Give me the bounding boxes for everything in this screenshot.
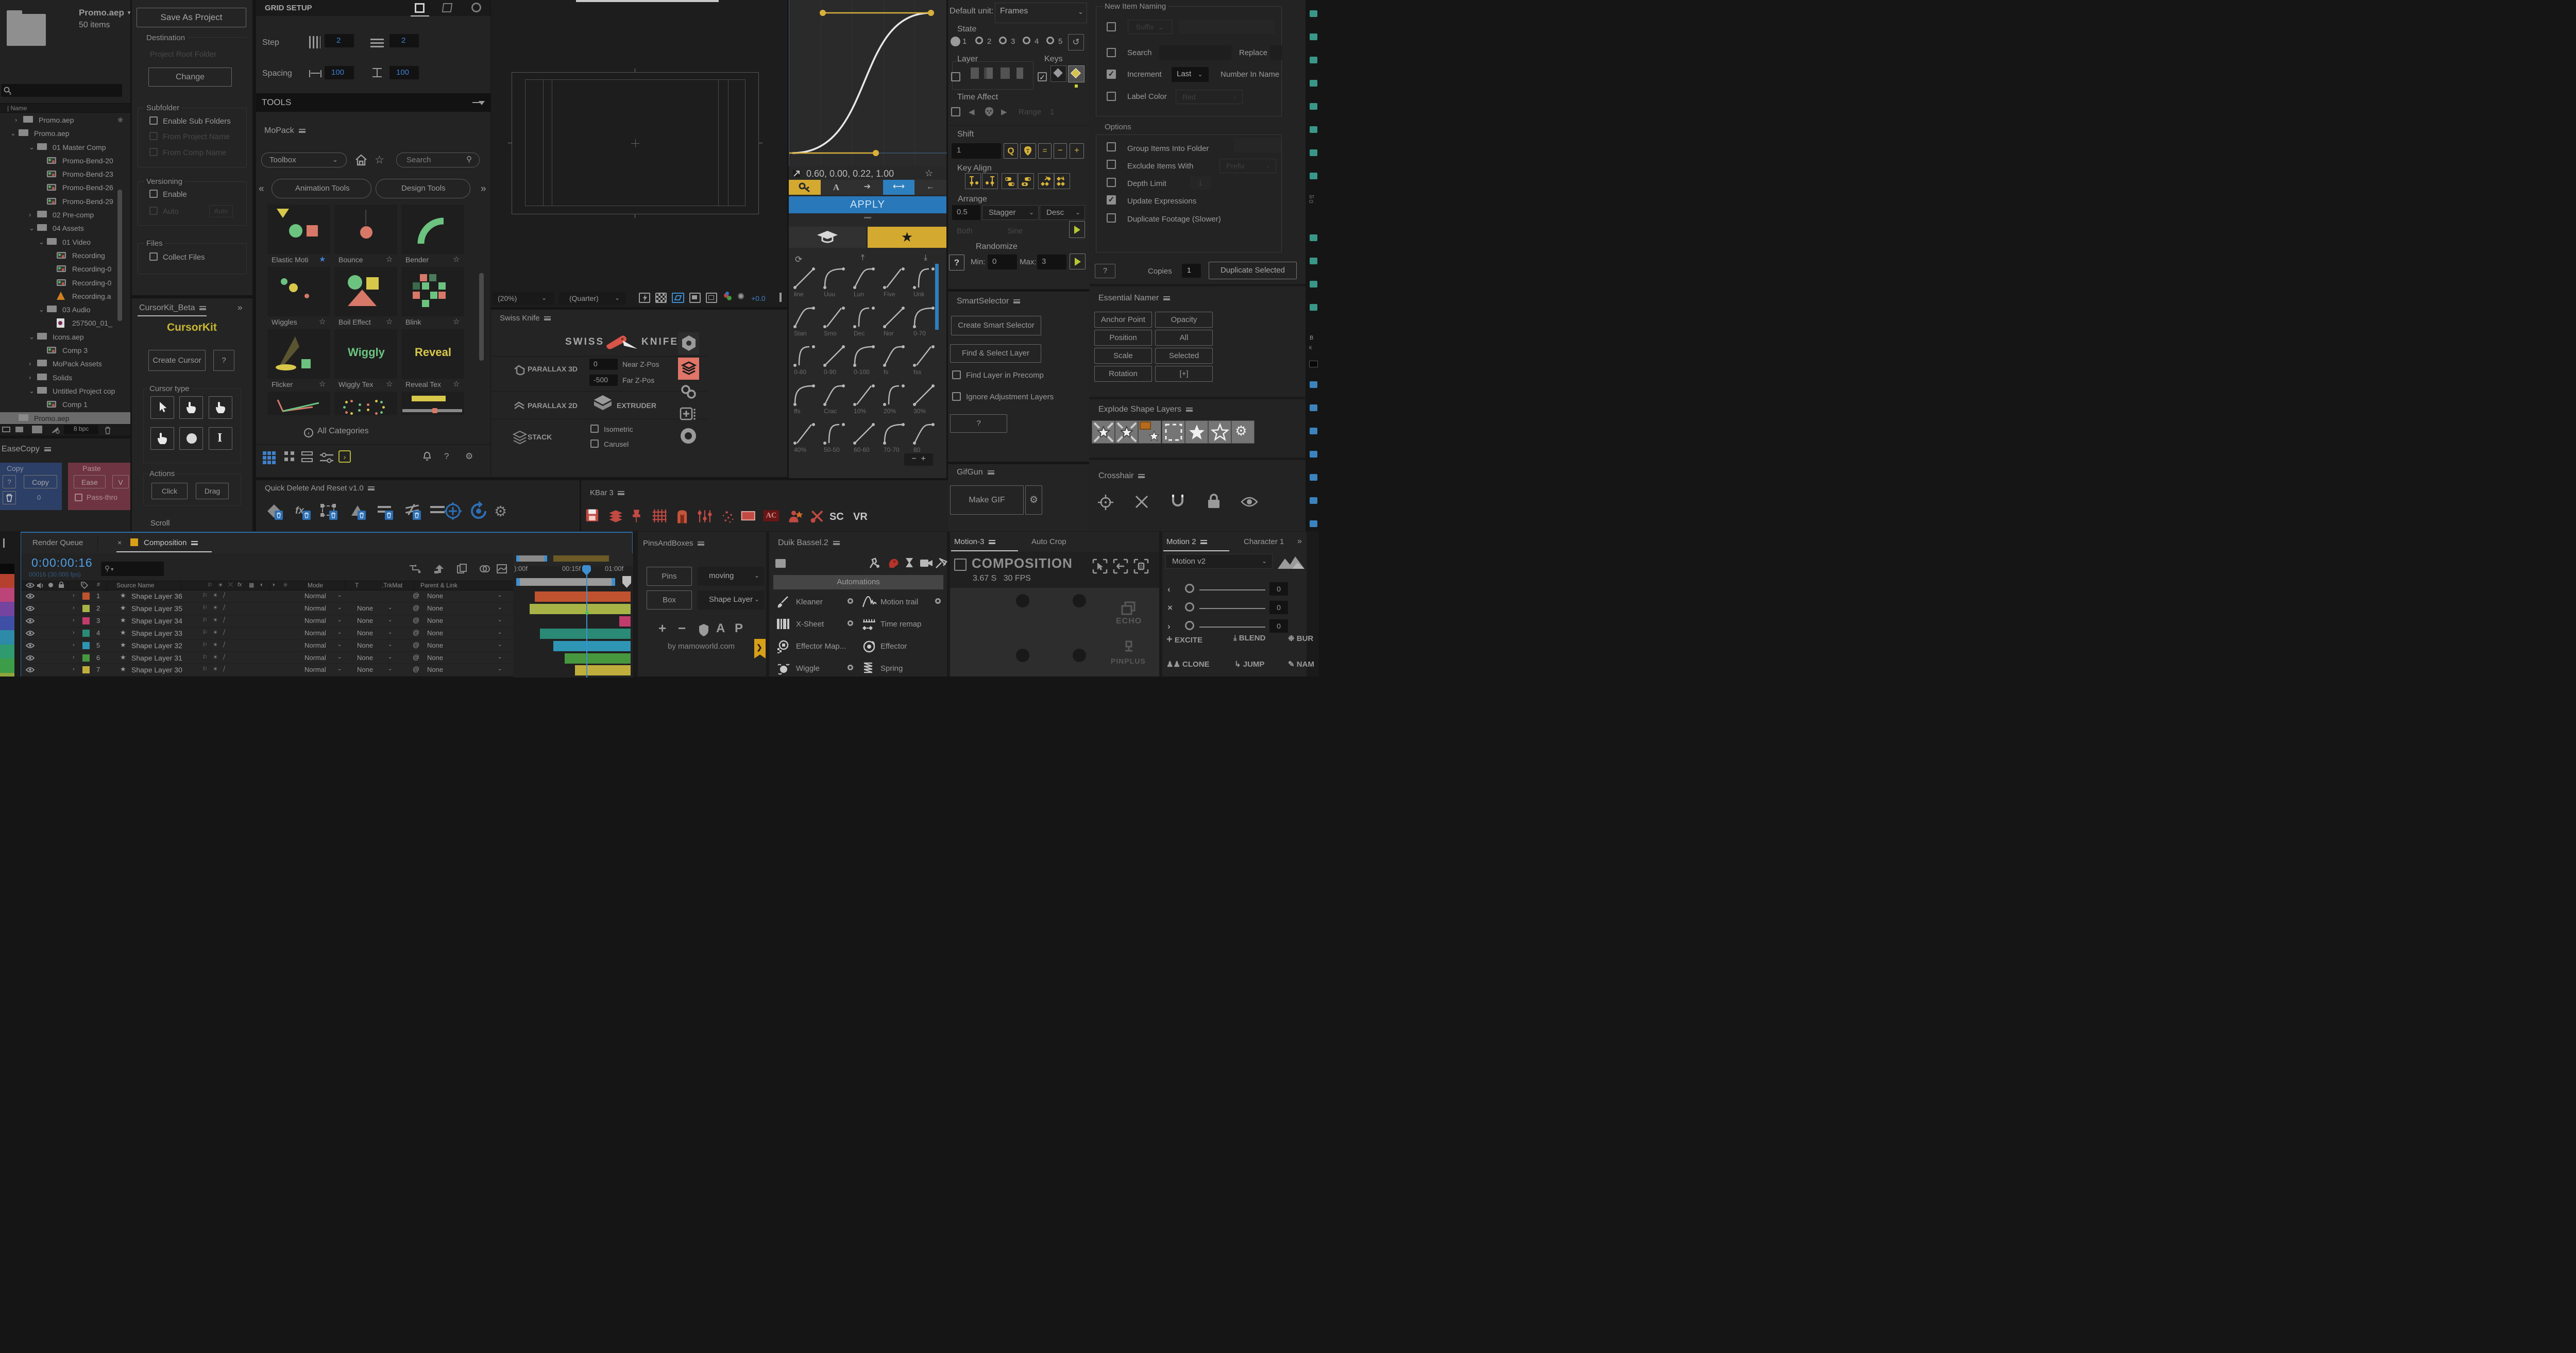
svg-text:0: 0 — [1140, 564, 1143, 570]
